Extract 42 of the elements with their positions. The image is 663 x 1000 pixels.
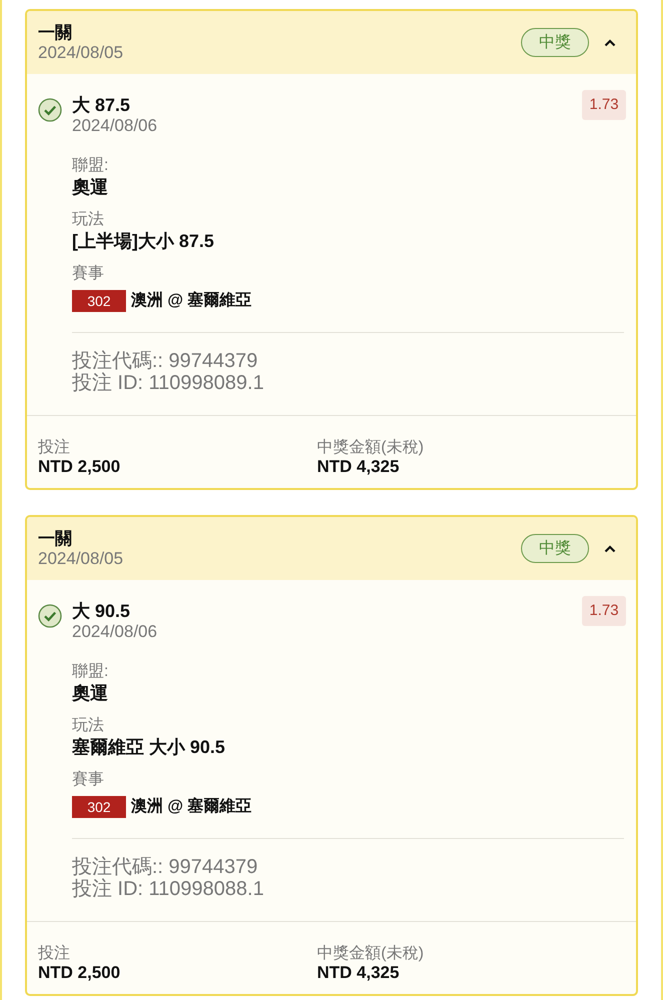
status-badge: 中獎 <box>521 534 589 563</box>
field-label: 聯盟: <box>72 662 110 682</box>
bet-date: 2024/08/05 <box>38 43 124 62</box>
odds-badge: 1.73 <box>582 90 626 120</box>
bet-code: 投注 ID: 110998088.1 <box>72 878 265 900</box>
field-label: 賽事 <box>72 770 105 790</box>
odds-badge: 1.73 <box>582 596 626 626</box>
summary-value: NTD 4,325 <box>317 457 400 476</box>
summary-label: 投注 <box>38 945 71 963</box>
status-badge: 中獎 <box>521 28 589 57</box>
bet-type: 一關 <box>38 529 73 549</box>
field-label: 聯盟: <box>72 156 110 176</box>
bet-code: 投注代碼:: 99744379 <box>72 856 259 878</box>
field-label: 賽事 <box>72 264 105 284</box>
bet-date: 2024/08/05 <box>38 549 124 568</box>
field-value: [上半場]大小 87.5 <box>72 230 216 253</box>
bet-code: 投注代碼:: 99744379 <box>72 350 259 372</box>
field-value: 塞爾維亞 大小 90.5 <box>72 736 226 759</box>
field-value: 奧運 <box>72 176 109 199</box>
card-header[interactable]: 一關 2024/08/05 中獎 <box>27 11 636 74</box>
summary-label: 中獎金額(未稅) <box>317 945 425 963</box>
summary-label: 中獎金額(未稅) <box>317 439 425 457</box>
card-header[interactable]: 一關 2024/08/05 中獎 <box>27 517 636 580</box>
selection-date: 2024/08/06 <box>72 622 158 642</box>
summary-value: NTD 4,325 <box>317 963 400 982</box>
match-teams: 澳洲 @ 塞爾維亞 <box>131 290 252 311</box>
bet-type: 一關 <box>38 23 73 43</box>
field-label: 玩法 <box>72 210 105 230</box>
match-number-badge: 302 <box>72 290 126 312</box>
caret-icon[interactable] <box>604 544 616 552</box>
selection-date: 2024/08/06 <box>72 116 158 136</box>
field-value: 奧運 <box>72 682 109 705</box>
selection-pick: 大 87.5 <box>72 94 132 116</box>
selection-pick: 大 90.5 <box>72 600 132 622</box>
match-teams: 澳洲 @ 塞爾維亞 <box>131 796 252 817</box>
summary-label: 投注 <box>38 439 71 457</box>
summary-value: NTD 2,500 <box>38 457 122 476</box>
caret-icon[interactable] <box>604 38 616 46</box>
match-number-badge: 302 <box>72 796 126 818</box>
bet-code: 投注 ID: 110998089.1 <box>72 372 265 394</box>
field-label: 玩法 <box>72 716 105 736</box>
summary-value: NTD 2,500 <box>38 963 122 982</box>
